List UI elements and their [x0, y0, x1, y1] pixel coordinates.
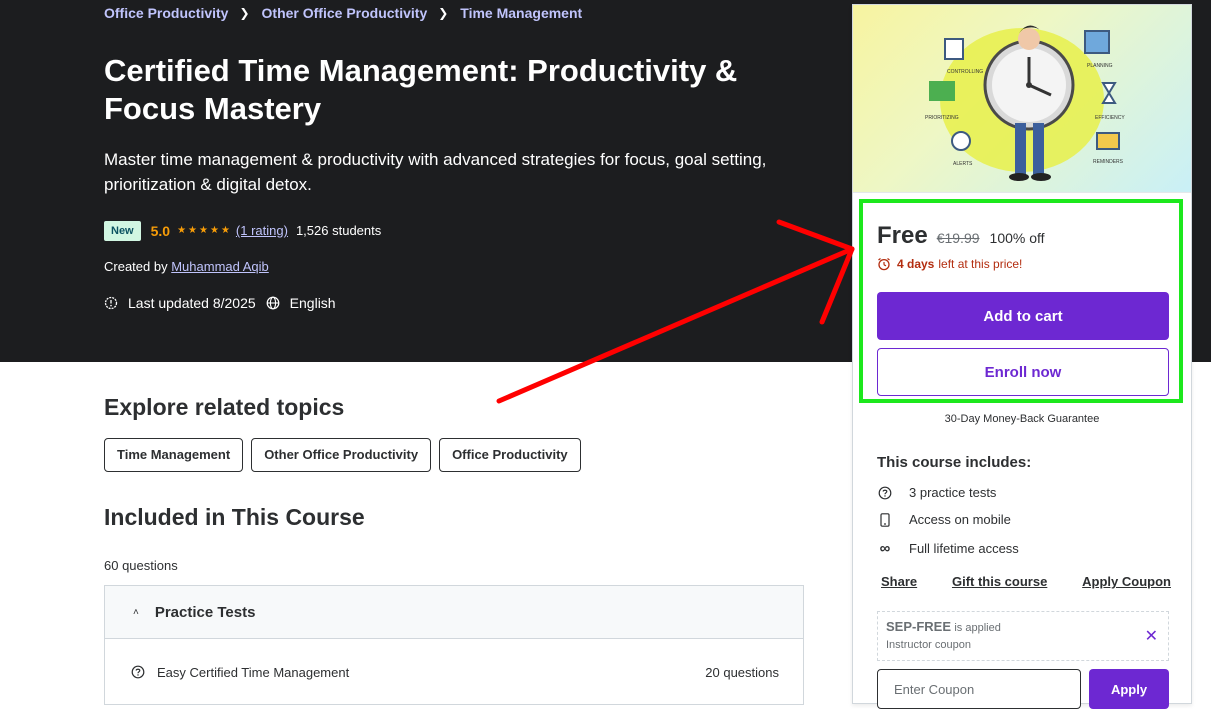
apply-coupon-button[interactable]: Apply [1089, 669, 1169, 709]
coupon-code: SEP-FREE [886, 619, 952, 634]
practice-test-questions: 20 questions [705, 664, 779, 680]
includes-heading: This course includes: [877, 454, 1032, 471]
money-back-guarantee: 30-Day Money-Back Guarantee [944, 413, 1100, 425]
include-item-label: Full lifetime access [909, 541, 1019, 556]
thumb-label: PLANNING [1087, 63, 1113, 69]
chevron-right-icon: ❯ [239, 6, 250, 20]
created-by-label: Created by [104, 259, 168, 274]
question-count: 60 questions [104, 558, 178, 573]
topic-other-office-productivity[interactable]: Other Office Productivity [251, 438, 432, 472]
accordion-header[interactable]: ˄ Practice Tests [105, 586, 803, 639]
accordion-title: Practice Tests [154, 603, 256, 621]
thumb-label: CONTROLLING [947, 69, 983, 75]
students-count: 1,526 students [295, 223, 382, 238]
alarm-clock-icon [878, 257, 890, 271]
star-rating-icon: ★★★★★ [177, 225, 232, 236]
rating-count-link[interactable]: (1 rating) [236, 223, 288, 238]
include-item-practice-tests: 3 practice tests [877, 485, 996, 500]
thumb-label: PRIORITIZING [925, 115, 959, 121]
timer-days: 4 days [897, 257, 935, 271]
include-item-lifetime: ∞ Full lifetime access [877, 540, 1019, 557]
original-price: €19.99 [936, 230, 980, 246]
breadcrumb-item-time-management[interactable]: Time Management [460, 5, 582, 21]
close-icon[interactable]: ✕ [1145, 626, 1158, 646]
coupon-input[interactable] [877, 669, 1081, 709]
thumb-label: ALERTS [953, 161, 973, 167]
question-circle-icon [877, 486, 893, 500]
course-meta: Last updated 8/2025 English [104, 294, 336, 312]
created-by: Created by Muhammad Aqib [104, 259, 269, 274]
include-item-label: 3 practice tests [909, 485, 997, 500]
new-badge: New [104, 220, 141, 241]
chevron-up-icon: ˄ [133, 606, 139, 618]
coupon-status: SEP-FREE is applied [886, 619, 1001, 634]
discount-percent: 100% off [989, 230, 1045, 246]
price-row: Free €19.99 100% off [877, 222, 1045, 250]
enroll-now-button[interactable]: Enroll now [877, 348, 1169, 396]
add-to-cart-button[interactable]: Add to cart [877, 292, 1169, 340]
thumb-label: REMINDERS [1093, 159, 1124, 165]
card-links: Share Gift this course Apply Coupon [881, 574, 1171, 589]
breadcrumb-item-other-office-productivity[interactable]: Other Office Productivity [262, 5, 428, 21]
included-heading: Included in This Course [104, 504, 365, 530]
list-item[interactable]: Easy Certified Time Management 20 questi… [105, 662, 803, 682]
breadcrumb-item-office-productivity[interactable]: Office Productivity [104, 5, 228, 21]
practice-test-title: Easy Certified Time Management [157, 664, 350, 680]
apply-coupon-link[interactable]: Apply Coupon [1082, 574, 1171, 589]
infinity-icon: ∞ [879, 540, 891, 557]
timer-text: left at this price! [938, 257, 1023, 271]
rating-row: New 5.0 ★★★★★ (1 rating) 1,526 students [104, 219, 381, 242]
include-item-label: Access on mobile [909, 512, 1011, 527]
coupon-type: Instructor coupon [886, 639, 971, 651]
course-thumbnail-illustration: CONTROLLING PLANNING PRIORITIZING EFFICI… [925, 25, 1125, 181]
rating-value: 5.0 [150, 222, 171, 239]
breadcrumb: Office Productivity ❯ Other Office Produ… [104, 4, 582, 22]
course-thumbnail[interactable]: CONTROLLING PLANNING PRIORITIZING EFFICI… [853, 5, 1191, 193]
gift-course-link[interactable]: Gift this course [952, 574, 1047, 589]
topic-office-productivity[interactable]: Office Productivity [439, 438, 581, 472]
purchase-card: CONTROLLING PLANNING PRIORITIZING EFFICI… [852, 4, 1192, 709]
coupon-applied-text: is applied [954, 622, 1001, 634]
course-language: English [289, 295, 336, 311]
current-price: Free [877, 222, 928, 249]
related-topics-heading: Explore related topics [104, 394, 345, 420]
author-link[interactable]: Muhammad Aqib [171, 259, 269, 274]
question-circle-icon [131, 665, 145, 679]
applied-coupon: SEP-FREE is applied Instructor coupon ✕ [877, 611, 1169, 661]
alert-clock-icon [104, 296, 118, 310]
share-link[interactable]: Share [881, 574, 917, 589]
price-timer: 4 days left at this price! [877, 257, 1022, 271]
mobile-phone-icon [877, 512, 893, 527]
course-subtitle: Master time management & productivity wi… [104, 150, 767, 194]
thumb-label: EFFICIENCY [1095, 115, 1125, 121]
topic-time-management[interactable]: Time Management [104, 438, 244, 472]
last-updated: Last updated 8/2025 [128, 295, 256, 311]
globe-icon [266, 296, 280, 310]
chevron-right-icon: ❯ [438, 6, 449, 20]
related-topics: Time Management Other Office Productivit… [104, 438, 581, 472]
practice-tests-accordion: ˄ Practice Tests Easy Certified Time Man… [104, 585, 804, 705]
course-title: Certified Time Management: Productivity … [104, 53, 738, 126]
include-item-mobile: Access on mobile [877, 512, 1011, 527]
